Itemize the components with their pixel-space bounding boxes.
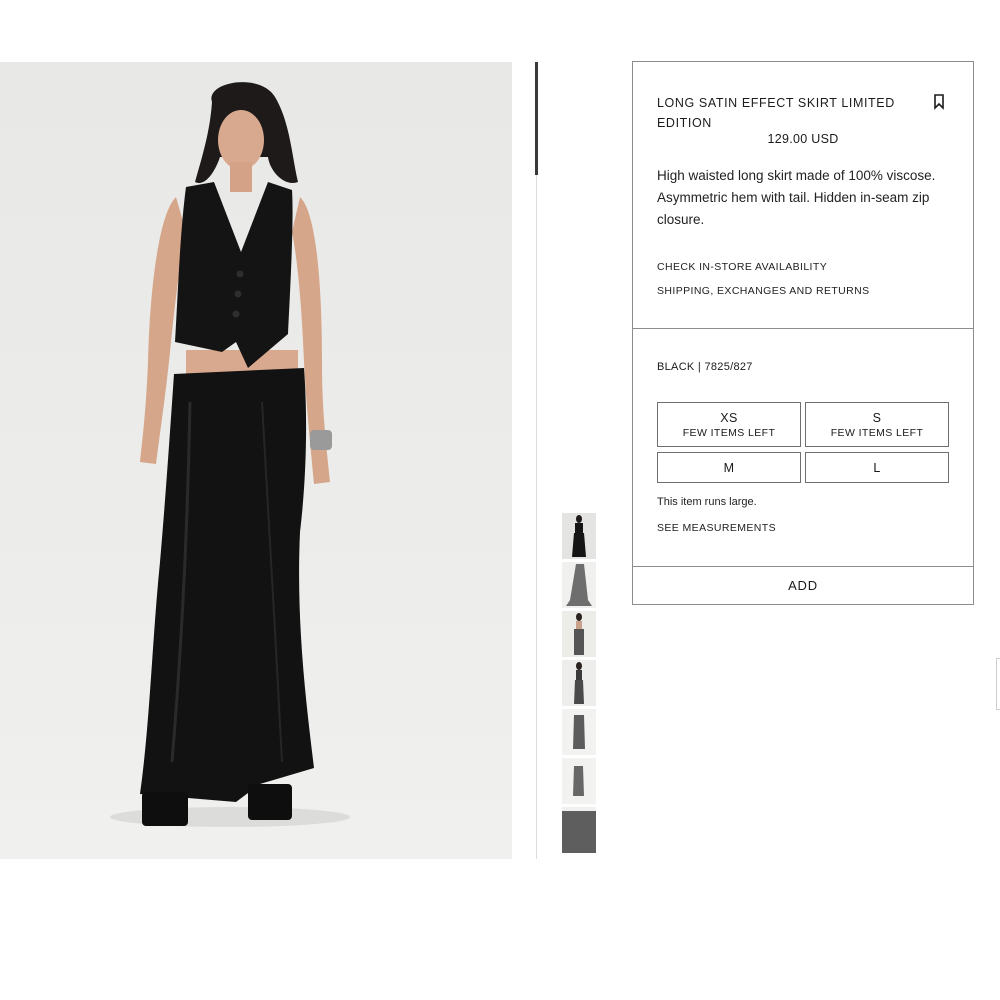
thumbnail-1[interactable]: [562, 513, 596, 559]
thumbnail-strip: [562, 513, 596, 856]
product-info-panel: LONG SATIN EFFECT SKIRT LIMITED EDITION …: [632, 61, 974, 605]
product-title: LONG SATIN EFFECT SKIRT LIMITED EDITION: [657, 96, 895, 130]
thumbnail-2[interactable]: [562, 562, 596, 608]
thumbnail-5[interactable]: [562, 709, 596, 755]
stock-note: FEW ITEMS LEFT: [830, 427, 924, 439]
thumbnail-image: [562, 709, 596, 755]
thumbnail-6[interactable]: [562, 758, 596, 804]
thumbnail-3[interactable]: [562, 611, 596, 657]
gallery-scroll-thumb[interactable]: [535, 62, 538, 175]
thumbnail-7[interactable]: [562, 807, 596, 853]
thumbnail-image: [562, 611, 596, 657]
bookmark-icon[interactable]: [932, 93, 946, 111]
model-photo: [110, 82, 350, 827]
main-product-image[interactable]: [0, 62, 512, 859]
size-option-l[interactable]: L: [805, 452, 949, 483]
size-option-xs[interactable]: XS FEW ITEMS LEFT: [657, 402, 801, 447]
product-price: 129.00 USD: [767, 132, 839, 146]
shipping-returns-link[interactable]: SHIPPING, EXCHANGES AND RETURNS: [657, 285, 870, 297]
see-measurements-link[interactable]: SEE MEASUREMENTS: [657, 522, 776, 534]
size-label: XS: [720, 411, 738, 425]
product-summary: LONG SATIN EFFECT SKIRT LIMITED EDITION …: [633, 62, 973, 329]
size-option-m[interactable]: M: [657, 452, 801, 483]
thumbnail-image: [562, 562, 596, 608]
gallery-scroll-track[interactable]: [536, 62, 537, 859]
thumbnail-4[interactable]: [562, 660, 596, 706]
add-to-bag-button[interactable]: ADD: [633, 566, 973, 604]
size-label: S: [872, 411, 882, 425]
fit-note: This item runs large.: [657, 496, 757, 508]
stock-note: FEW ITEMS LEFT: [682, 427, 776, 439]
thumbnail-image: [562, 758, 596, 804]
color-reference: BLACK | 7825/827: [657, 361, 753, 373]
thumbnail-image: [562, 807, 596, 853]
thumbnail-image: [562, 660, 596, 706]
thumbnail-image: [562, 513, 596, 559]
side-tab[interactable]: [996, 658, 1000, 710]
size-option-s[interactable]: S FEW ITEMS LEFT: [805, 402, 949, 447]
size-label: M: [723, 461, 735, 475]
size-label: L: [873, 461, 881, 475]
product-description: High waisted long skirt made of 100% vis…: [657, 168, 936, 227]
check-store-availability-link[interactable]: CHECK IN-STORE AVAILABILITY: [657, 261, 827, 273]
